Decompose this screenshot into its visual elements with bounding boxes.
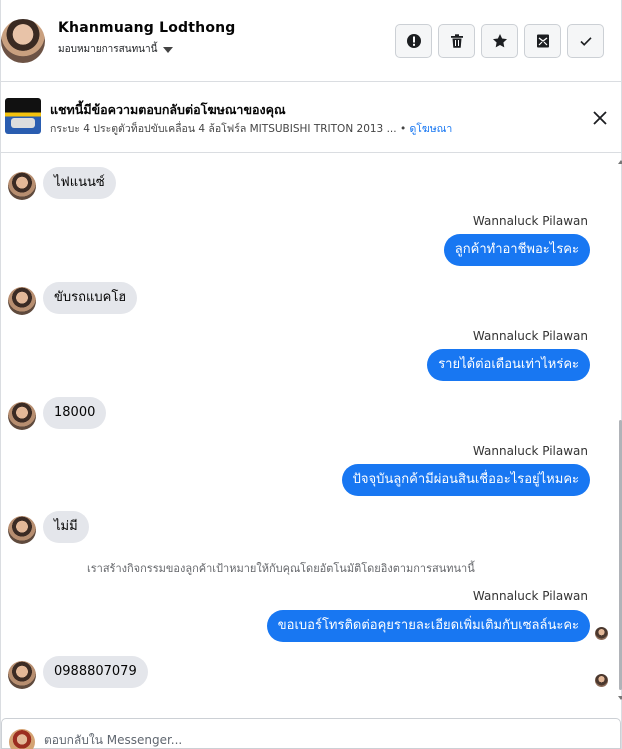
seen-receipt-avatar [595, 627, 608, 640]
star-icon [492, 34, 507, 48]
ad-banner-description: กระบะ 4 ประตูตัวท็อปขับเคลื่อน 4 ล้อโฟร์… [50, 123, 453, 135]
ad-thumbnail[interactable] [5, 98, 41, 134]
close-icon[interactable] [591, 109, 609, 127]
assign-conversation-dropdown[interactable]: มอบหมายการสนทนานี้ [58, 42, 174, 57]
incoming-message[interactable]: ไฟแนนซ์ [43, 167, 116, 199]
assign-label: มอบหมายการสนทนานี้ [58, 44, 158, 55]
reply-input[interactable] [44, 733, 604, 747]
caret-down-icon [163, 46, 174, 53]
contact-avatar-small [8, 402, 36, 430]
incoming-message[interactable]: ไม่มี [43, 511, 89, 543]
reply-composer [1, 718, 621, 749]
alert-icon [406, 34, 421, 48]
message-thread: ไฟแนนซ์ Wannaluck Pilawan ลูกค้าทำอาชีพอ… [1, 154, 621, 716]
delete-button[interactable] [438, 24, 475, 58]
message-sender: Wannaluck Pilawan [472, 444, 588, 458]
contact-avatar-small [8, 172, 36, 200]
incoming-message[interactable]: 0988807079 [43, 656, 148, 688]
message-sender: Wannaluck Pilawan [472, 214, 588, 228]
message-sender: Wannaluck Pilawan [472, 589, 588, 603]
message-sender: Wannaluck Pilawan [472, 329, 588, 343]
check-icon [579, 37, 592, 46]
page-avatar [9, 729, 35, 749]
scroll-up-arrow-icon[interactable] [618, 160, 622, 164]
contact-avatar-small [8, 287, 36, 315]
chat-header: Khanmuang Lodthong มอบหมายการสนทนานี้ [1, 0, 621, 82]
contact-avatar-small [8, 661, 36, 689]
mark-done-button[interactable] [567, 24, 604, 58]
trash-icon [450, 34, 463, 48]
outgoing-message[interactable]: ลูกค้าทำอาชีพอะไรคะ [443, 234, 590, 266]
outgoing-message[interactable]: ปัจจุบันลูกค้ามีผ่อนสินเชื่ออะไรอยู่ไหมค… [341, 464, 590, 496]
outgoing-message[interactable]: รายได้ต่อเดือนเท่าไหร่คะ [427, 349, 590, 381]
system-notice: เราสร้างกิจกรรมของลูกค้าเป้าหมายให้กับคุ… [87, 562, 475, 575]
seen-receipt-avatar [595, 674, 608, 687]
ad-description-text: กระบะ 4 ประตูตัวท็อปขับเคลื่อน 4 ล้อโฟร์… [50, 123, 397, 135]
incoming-message[interactable]: 18000 [43, 397, 107, 429]
messenger-chat-panel: Khanmuang Lodthong มอบหมายการสนทนานี้ แช… [0, 0, 622, 749]
scroll-down-arrow-icon[interactable] [618, 696, 622, 700]
ad-reply-banner: แชทนี้มีข้อความตอบกลับต่อโฆษณาของคุณ กระ… [1, 83, 621, 153]
mark-unread-button[interactable] [524, 24, 561, 58]
contact-avatar[interactable] [1, 19, 45, 63]
mark-spam-button[interactable] [395, 24, 432, 58]
mark-unread-icon [536, 34, 549, 48]
view-ad-link[interactable]: ดูโฆษณา [409, 123, 452, 135]
contact-avatar-small [8, 516, 36, 544]
header-actions [395, 24, 604, 58]
incoming-message[interactable]: ขับรถแบคโฮ [43, 282, 138, 314]
star-button[interactable] [481, 24, 518, 58]
outgoing-message[interactable]: ขอเบอร์โทรติดต่อคุยรายละเอียดเพิ่มเติมกั… [266, 610, 590, 642]
ad-banner-title: แชทนี้มีข้อความตอบกลับต่อโฆษณาของคุณ [50, 102, 286, 117]
contact-name[interactable]: Khanmuang Lodthong [58, 20, 236, 36]
